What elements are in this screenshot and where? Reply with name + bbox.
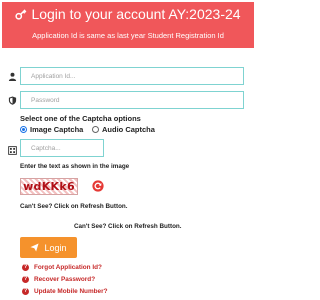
question-icon: ? [22,288,29,295]
image-captcha-option[interactable]: Image Captcha [20,125,83,134]
audio-captcha-option[interactable]: Audio Captcha [92,125,155,134]
image-captcha-label: Image Captcha [30,125,84,134]
refresh-hint-text-secondary: Can't See? Click on Refresh Button. [74,223,182,230]
audio-captcha-label: Audio Captcha [102,125,155,134]
key-icon [15,9,27,20]
update-mobile-number-label: Update Mobile Number? [34,288,108,295]
captcha-image: wdKKk6 [20,178,78,195]
page-title: Login to your account AY:2023-24 [2,6,254,22]
refresh-icon[interactable] [92,180,104,192]
login-header: Login to your account AY:2023-24 Applica… [2,2,254,48]
refresh-hint-text: Can't See? Click on Refresh Button. [20,203,128,210]
user-icon [8,72,17,81]
captcha-image-text: wdKKk6 [23,180,75,193]
recover-password-label: Recover Password? [34,276,96,283]
login-button[interactable]: Login [20,237,77,258]
captcha-input[interactable] [20,139,104,157]
shield-icon [8,96,17,105]
update-mobile-number-link[interactable]: ? Update Mobile Number? [22,288,108,295]
password-input[interactable] [20,91,244,109]
forgot-application-id-label: Forgot Application Id? [34,264,102,271]
send-icon [30,243,40,252]
application-id-input[interactable] [20,67,244,85]
captcha-icon [8,146,17,155]
login-button-label: Login [44,242,67,253]
forgot-application-id-link[interactable]: ? Forgot Application Id? [22,264,102,271]
question-icon: ? [22,276,29,283]
recover-password-link[interactable]: ? Recover Password? [22,276,95,283]
image-captcha-radio[interactable] [20,126,27,133]
audio-captcha-radio[interactable] [92,126,99,133]
header-title-text: Login to your account AY:2023-24 [31,6,241,22]
header-subtitle: Application Id is same as last year Stud… [32,31,224,40]
question-icon: ? [22,264,29,271]
captcha-instruction: Enter the text as shown in the image [20,163,130,170]
captcha-options-heading: Select one of the Captcha options [20,114,141,123]
